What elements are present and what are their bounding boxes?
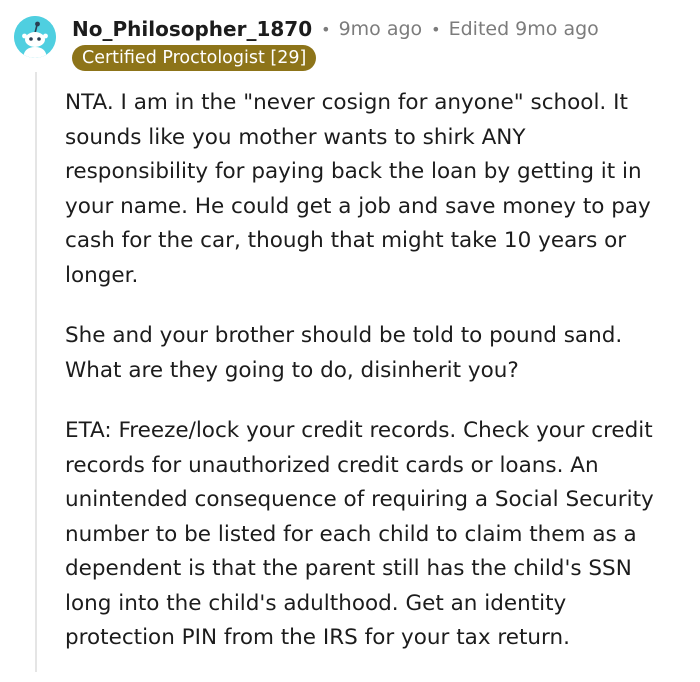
comment-paragraph: NTA. I am in the "never cosign for anyon… [65,86,695,293]
text-line: She and your brother should be told to p… [65,323,623,348]
comment-paragraph: ETA: Freeze/lock your credit records. Ch… [65,414,695,656]
comment-header: No_Philosopher_1870 • 9mo ago • Edited 9… [72,14,599,44]
text-line: protection PIN from the IRS for your tax… [65,625,570,650]
comment: No_Philosopher_1870 • 9mo ago • Edited 9… [0,0,700,672]
meta-separator: • [321,19,331,39]
text-line: NTA. I am in the "never cosign for anyon… [65,90,628,115]
user-avatar[interactable] [14,16,56,58]
text-line: ETA: Freeze/lock your credit records. Ch… [65,418,653,443]
user-flair: Certified Proctologist [29] [72,45,317,71]
edited-label: Edited 9mo ago [448,18,599,40]
text-line: your name. He could get a job and save m… [65,193,651,219]
text-line: unintended consequence of requiring a So… [65,487,654,512]
snoo-avatar-icon [14,16,56,58]
text-line: responsibility for paying back the loan … [65,159,642,184]
text-line: number to be listed for each child to cl… [65,521,637,547]
username-link[interactable]: No_Philosopher_1870 [72,17,312,41]
thread-line[interactable] [35,72,37,672]
meta-separator: • [431,19,441,39]
text-line: What are they going to do, disinherit yo… [65,357,519,383]
text-line: long into the child's adulthood. Get an … [65,590,567,616]
text-line: sounds like you mother wants to shirk AN… [65,124,526,150]
comment-paragraph: She and your brother should be told to p… [65,319,695,388]
text-line: dependent is that the parent still has t… [65,556,632,581]
text-line: longer. [65,262,139,288]
comment-body: NTA. I am in the "never cosign for anyon… [65,86,695,682]
text-line: cash for the car, though that might take… [65,228,627,253]
comment-time[interactable]: 9mo ago [339,18,423,40]
text-line: records for unauthorized credit cards or… [65,452,599,478]
